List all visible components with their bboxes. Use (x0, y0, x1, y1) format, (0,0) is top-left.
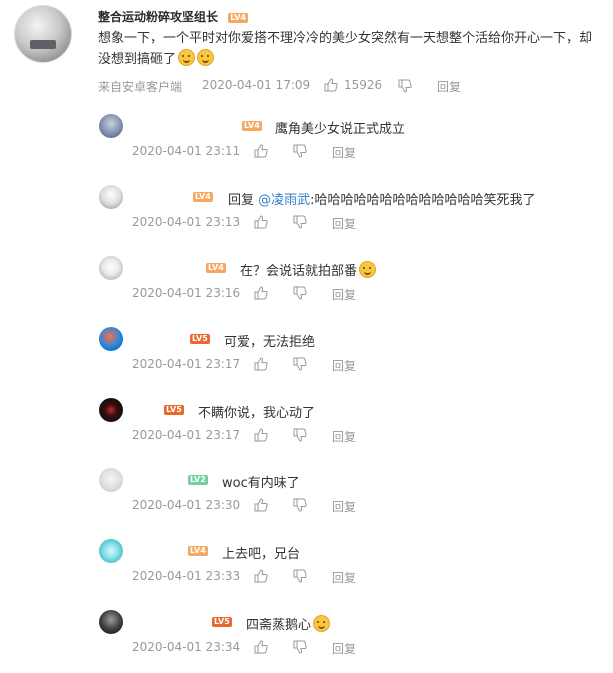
timestamp: 2020-04-01 23:17 (132, 428, 241, 442)
mention-link[interactable]: @凌雨武 (258, 193, 310, 208)
timestamp: 2020-04-01 23:11 (132, 144, 241, 158)
reply-text: 不瞒你说，我心动了 (198, 402, 315, 421)
reply-item: LV4 回复 @凌雨武:哈哈哈哈哈哈哈哈哈哈哈哈哈笑死我了 2020-04-01… (0, 177, 613, 248)
user-avatar[interactable] (99, 398, 123, 422)
level-badge: LV5 (212, 617, 232, 627)
thumbs-up-icon[interactable] (254, 357, 268, 371)
level-badge: LV5 (164, 405, 184, 415)
thumbs-up-icon[interactable] (254, 286, 268, 300)
level-badge: LV4 (242, 121, 262, 131)
reply-button[interactable]: 回复 (332, 286, 356, 303)
reply-button[interactable]: 回复 (332, 569, 356, 586)
level-badge: LV4 (206, 263, 226, 273)
reply-text: 鹰角美少女说正式成立 (275, 118, 405, 137)
reply-item: LV2 woc有内味了 2020-04-01 23:30 回复 (0, 460, 613, 531)
reply-button[interactable]: 回复 (332, 640, 356, 657)
main-comment-body: 想象一下，一个平时对你爱搭不理冷冷的美少女突然有一天想整个活给你开心一下，却没想… (98, 31, 593, 67)
reply-body: 四斋蒸鹅心 (246, 618, 312, 633)
reply-button[interactable]: 回复 (437, 78, 461, 95)
timestamp: 2020-04-01 23:33 (132, 569, 241, 583)
main-comment-text: 想象一下，一个平时对你爱搭不理冷冷的美少女突然有一天想整个活给你开心一下，却没想… (98, 28, 594, 70)
cat-emoji-icon (197, 49, 215, 66)
reply-item: LV4 鹰角美少女说正式成立 2020-04-01 23:11 回复 (0, 106, 613, 177)
level-badge: LV4 (228, 12, 248, 23)
thumbs-up-icon[interactable] (254, 428, 268, 442)
level-badge: LV5 (190, 334, 210, 344)
thumbs-down-icon[interactable] (293, 144, 307, 158)
timestamp: 2020-04-01 23:30 (132, 498, 241, 512)
reply-body: 不瞒你说，我心动了 (198, 406, 316, 421)
user-avatar[interactable] (99, 114, 123, 138)
thumbs-down-icon[interactable] (293, 498, 307, 512)
user-avatar[interactable] (99, 539, 123, 563)
main-username-row: 整合运动粉碎攻坚组长 LV4 (98, 8, 248, 25)
reply-button[interactable]: 回复 (332, 357, 356, 374)
timestamp: 2020-04-01 23:17 (132, 357, 241, 371)
level-badge: LV4 (188, 546, 208, 556)
thumbs-up-icon[interactable] (254, 569, 268, 583)
timestamp: 2020-04-01 23:16 (132, 286, 241, 300)
cat-emoji-icon (178, 49, 196, 66)
reply-item: LV5 四斋蒸鹅心 2020-04-01 23:34 回复 (0, 602, 613, 673)
user-avatar[interactable] (99, 610, 123, 634)
thumbs-down-icon[interactable] (293, 215, 307, 229)
reply-text: 四斋蒸鹅心 (246, 614, 331, 633)
user-avatar[interactable] (99, 327, 123, 351)
source-label: 来自安卓客户端 (98, 80, 183, 94)
reply-body: woc有内味了 (222, 476, 300, 491)
thumbs-up-icon[interactable] (254, 498, 268, 512)
user-avatar[interactable] (99, 185, 123, 209)
reply-button[interactable]: 回复 (332, 428, 356, 445)
reply-item: LV5 不瞒你说，我心动了 2020-04-01 23:17 回复 (0, 390, 613, 461)
cat-emoji-icon (359, 261, 377, 278)
reply-button[interactable]: 回复 (332, 215, 356, 232)
reply-body: 在？会说话就拍部番 (240, 264, 358, 279)
timestamp: 2020-04-01 23:13 (132, 215, 241, 229)
like-count: 15926 (344, 78, 383, 92)
timestamp: 2020-04-01 17:09 (202, 78, 311, 92)
thumbs-up-icon[interactable] (254, 144, 268, 158)
reply-body: :哈哈哈哈哈哈哈哈哈哈哈哈哈笑死我了 (310, 193, 536, 208)
user-avatar[interactable] (99, 256, 123, 280)
thumbs-up-icon[interactable] (254, 640, 268, 654)
cat-emoji-icon (313, 615, 331, 632)
thumbs-down-icon[interactable] (398, 79, 412, 93)
reply-item: LV4 上去吧，兄台 2020-04-01 23:33 回复 (0, 531, 613, 602)
level-badge: LV2 (188, 475, 208, 485)
reply-text: 回复 @凌雨武:哈哈哈哈哈哈哈哈哈哈哈哈哈笑死我了 (228, 189, 536, 208)
thumbs-down-icon[interactable] (293, 286, 307, 300)
reply-text: woc有内味了 (222, 472, 300, 491)
reply-prefix: 回复 (228, 193, 259, 208)
level-badge: LV4 (193, 192, 213, 202)
reply-body: 上去吧，兄台 (222, 547, 301, 562)
reply-item: LV4 在？会说话就拍部番 2020-04-01 23:16 回复 (0, 248, 613, 319)
thumbs-down-icon[interactable] (293, 569, 307, 583)
reply-text: 在？会说话就拍部番 (240, 260, 377, 279)
thumbs-down-icon[interactable] (293, 640, 307, 654)
reply-button[interactable]: 回复 (332, 144, 356, 161)
reply-text: 可爱，无法拒绝 (224, 331, 315, 350)
main-user-avatar[interactable] (14, 5, 72, 63)
thumbs-down-icon[interactable] (293, 428, 307, 442)
thumbs-up-icon[interactable] (324, 78, 338, 92)
reply-item: LV5 可爱，无法拒绝 2020-04-01 23:17 回复 (0, 319, 613, 390)
timestamp: 2020-04-01 23:34 (132, 640, 241, 654)
reply-button[interactable]: 回复 (332, 498, 356, 515)
main-username[interactable]: 整合运动粉碎攻坚组长 (98, 10, 218, 24)
user-avatar[interactable] (99, 468, 123, 492)
thumbs-down-icon[interactable] (293, 357, 307, 371)
thumbs-up-icon[interactable] (254, 215, 268, 229)
reply-body: 鹰角美少女说正式成立 (275, 122, 406, 137)
reply-text: 上去吧，兄台 (222, 543, 300, 562)
reply-body: 可爱，无法拒绝 (224, 335, 316, 350)
